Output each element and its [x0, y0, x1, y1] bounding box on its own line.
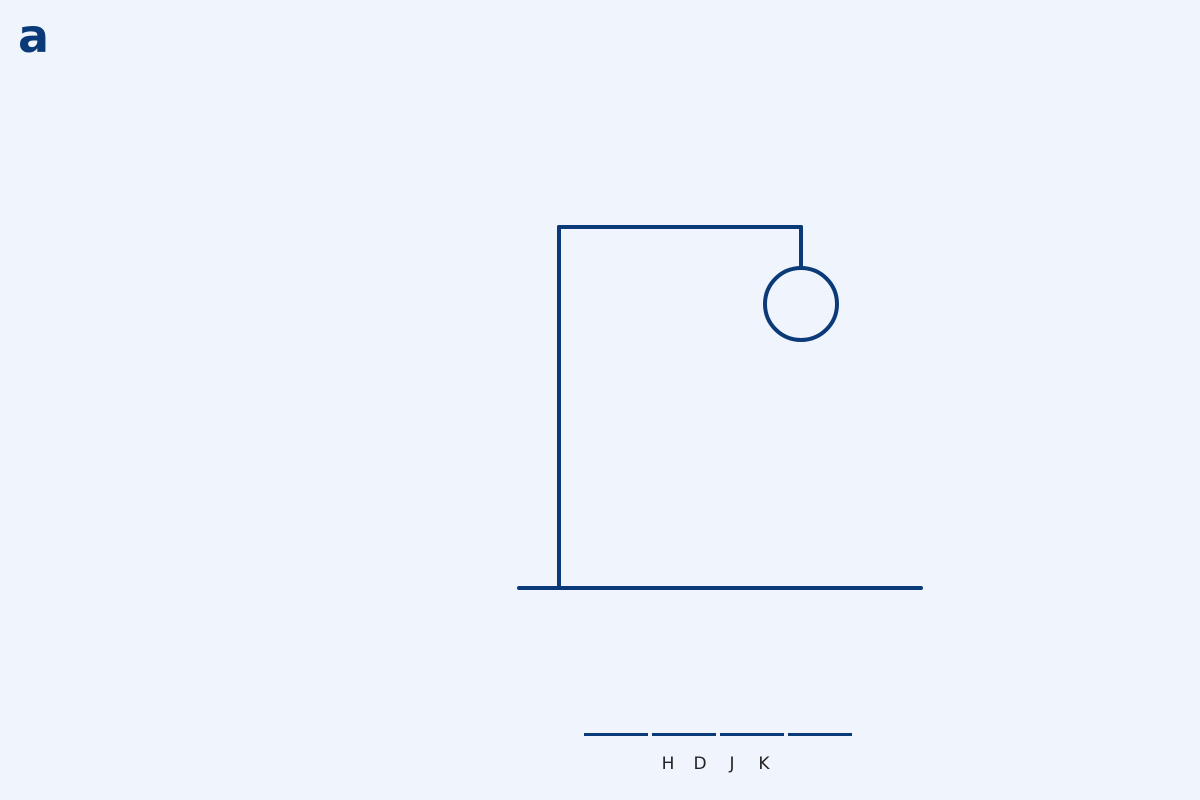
letter-slot — [720, 733, 784, 736]
game-page: a HDJK — [0, 0, 1200, 800]
wrong-guess-letter: K — [758, 754, 770, 774]
wrong-guess-letter: D — [693, 754, 707, 774]
wrong-guess-letter: H — [661, 754, 675, 774]
letter-slot — [788, 733, 852, 736]
letter-slot — [584, 733, 648, 736]
letter-slot — [652, 733, 716, 736]
hangman-head — [763, 266, 839, 342]
hangman-gallows — [517, 225, 923, 590]
wrong-guess-letter: J — [729, 754, 735, 774]
wrong-guesses: HD J K — [660, 754, 772, 774]
word-slots — [584, 733, 852, 736]
